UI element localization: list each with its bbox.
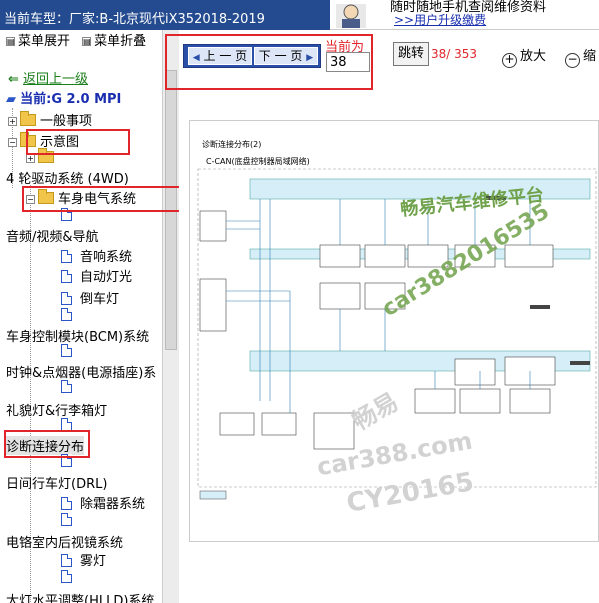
- collapse-icon: ▤: [82, 37, 92, 46]
- tree-item-4wd[interactable]: 4 轮驱动系统 (4WD): [6, 168, 129, 187]
- page-icon: [61, 554, 72, 567]
- db-icon: ▰: [6, 92, 16, 107]
- highlight-box-body-electrical: [22, 186, 184, 212]
- expand-icon: +: [26, 154, 35, 163]
- tree-item-fog-lamp[interactable]: 雾灯: [61, 550, 106, 569]
- doc-node[interactable]: [61, 344, 80, 359]
- upgrade-link[interactable]: >>用户升级缴费: [394, 11, 486, 28]
- tree-item-reverse-light[interactable]: 倒车灯: [61, 288, 119, 307]
- page-icon: [61, 308, 72, 321]
- tree-item-general[interactable]: + 一般事项: [8, 110, 92, 129]
- title-label: 当前车型：: [4, 12, 70, 27]
- tree-panel: ▤ 菜单展开 ▤ 菜单折叠 ⇐ 返回上一级 ▰ 当前:G 2.0 MPI + 一般事项…: [0, 30, 162, 603]
- expand-icon: ▤: [6, 37, 15, 46]
- highlight-box-schematics: [26, 129, 130, 155]
- wiring-schematic: [197, 168, 597, 500]
- page-icon: [61, 292, 72, 305]
- tree-item-hlld[interactable]: 大灯水平调整(HLLD)系统: [6, 590, 154, 603]
- doc-node[interactable]: [61, 570, 80, 585]
- page-count: 38/ 353: [431, 47, 478, 61]
- back-link[interactable]: ⇐ 返回上一级: [8, 68, 88, 87]
- page-icon: [61, 570, 72, 583]
- page-icon: [61, 344, 72, 357]
- tree-scrollbar[interactable]: [162, 30, 179, 603]
- highlight-box-diagnostic: [4, 430, 90, 458]
- tree-item-mirror[interactable]: 电铬室内后视镜系统: [6, 532, 123, 551]
- zoom-out-button[interactable]: − 缩: [565, 45, 596, 68]
- back-arrow-icon: ⇐: [8, 72, 19, 87]
- tree-item-defroster[interactable]: 除霜器系统: [61, 493, 145, 512]
- diagram-viewer[interactable]: 诊断连接分布(2) C-CAN(底盘控制器局域网络): [179, 96, 599, 603]
- top-banner: 随时随地手机查阅维修资料 >>用户升级缴费: [330, 0, 599, 30]
- zoom-out-icon: −: [565, 53, 580, 68]
- expand-icon: +: [8, 117, 17, 126]
- tree-item-bcm[interactable]: 车身控制模块(BCM)系统: [6, 326, 149, 345]
- folder-icon: [20, 111, 36, 126]
- collapse-all-button[interactable]: 菜单折叠: [94, 34, 146, 49]
- expand-all-button[interactable]: ▤ 菜单展开 ▤ 菜单折叠: [6, 30, 146, 49]
- page-icon: [61, 270, 72, 283]
- doc-node[interactable]: [61, 380, 80, 395]
- tree-item-courtesy-lamp[interactable]: 礼貌灯&行李箱灯: [6, 400, 107, 419]
- wiring-diagram-sheet: 诊断连接分布(2) C-CAN(底盘控制器局域网络): [189, 120, 599, 542]
- app-window: 当前车型：厂家:B-北京现代iX352018-2019 随时随地手机查阅维修资料…: [0, 0, 599, 603]
- collapse-icon: −: [8, 138, 17, 147]
- highlight-box-toolbar: [165, 34, 373, 90]
- page-icon: [61, 380, 72, 393]
- zoom-in-icon: +: [502, 53, 517, 68]
- title-bar: 当前车型：厂家:B-北京现代iX352018-2019: [0, 0, 330, 30]
- tree-item-audio[interactable]: 音频/视频&导航: [6, 226, 99, 245]
- tree-item-sound[interactable]: 音响系统: [61, 246, 132, 265]
- page-icon: [61, 250, 72, 263]
- jump-button[interactable]: 跳转: [393, 42, 429, 66]
- mascot-icon: [336, 4, 366, 28]
- zoom-in-button[interactable]: + 放大: [502, 45, 546, 68]
- page-icon: [61, 497, 72, 510]
- car-model: 厂家:B-北京现代iX352018-2019: [69, 12, 265, 27]
- doc-node[interactable]: [61, 513, 80, 528]
- tree-item-drl[interactable]: 日间行车灯(DRL): [6, 473, 107, 492]
- tree-item-autolight[interactable]: 自动灯光: [61, 266, 132, 285]
- current-node: ▰ 当前:G 2.0 MPI: [6, 92, 122, 107]
- tree-item-clock[interactable]: 时钟&点烟器(电源插座)系: [6, 362, 156, 381]
- page-icon: [61, 513, 72, 526]
- doc-node[interactable]: [61, 308, 80, 323]
